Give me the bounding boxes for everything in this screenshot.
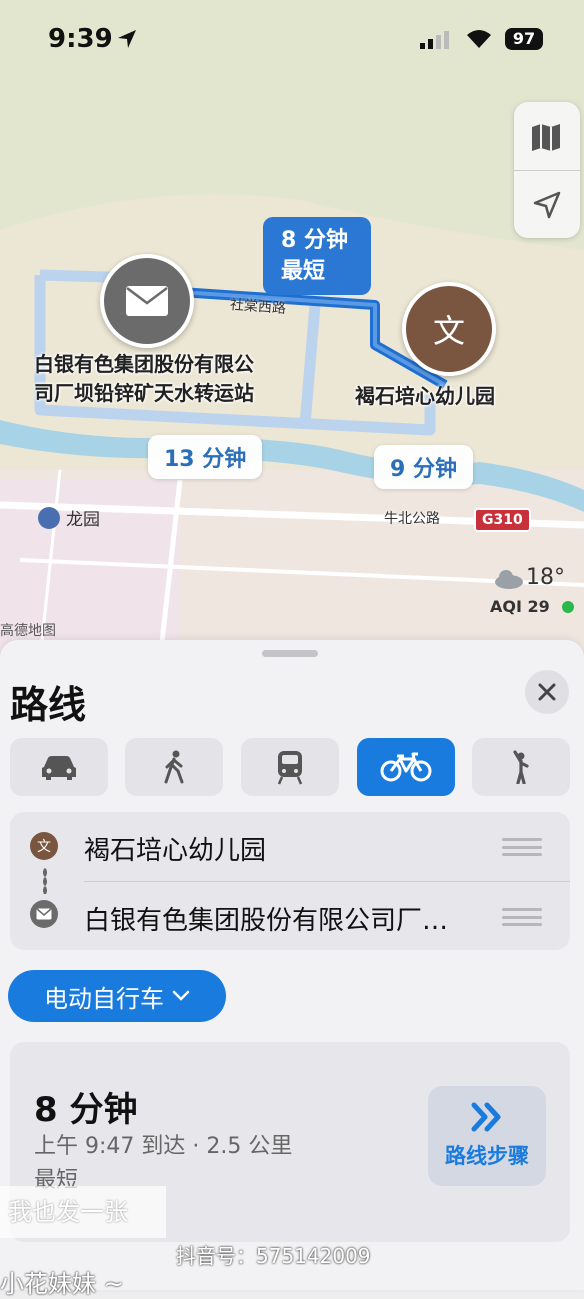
chevron-down-icon <box>172 990 190 1001</box>
aqi-label: AQI 29 <box>490 597 550 616</box>
street-label: 牛北公路 <box>384 511 440 527</box>
battery-indicator: 97 <box>505 28 543 50</box>
close-icon <box>538 683 556 701</box>
sheet-title: 路线 <box>10 683 87 727</box>
route-alt1-bubble[interactable]: 13 分钟 <box>148 435 263 479</box>
train-icon <box>277 751 303 785</box>
origin-pin[interactable] <box>100 254 194 348</box>
route-main-bubble[interactable]: 8 分钟 最短 <box>263 217 371 295</box>
ride-share-icon <box>513 750 529 784</box>
mail-icon <box>36 908 52 920</box>
poi-icon <box>38 506 60 529</box>
vehicle-type-label: 电动自行车 <box>44 984 164 1013</box>
route-arrival: 上午 9:47 到达 · 2.5 公里 <box>34 1134 293 1159</box>
weather-temp: 18° <box>526 565 565 590</box>
route-alt2-bubble[interactable]: 9 分钟 <box>374 445 473 489</box>
mode-bike-button[interactable] <box>357 738 455 796</box>
sheet-grabber[interactable] <box>262 650 318 657</box>
weather-widget: 18° AQI 29 <box>490 565 578 621</box>
mode-car-button[interactable] <box>10 738 108 796</box>
destination-pin[interactable]: 文 <box>402 282 496 376</box>
map-credit: 高德地图 <box>0 623 56 639</box>
origin-label: 白银有色集团股份有限公 司厂坝铅锌矿天水转运站 <box>6 350 282 408</box>
mode-rideshare-button[interactable] <box>472 738 570 796</box>
vehicle-type-dropdown[interactable]: 电动自行车 <box>8 970 226 1022</box>
stop-mail-badge <box>30 900 58 928</box>
connector-dots <box>43 868 47 894</box>
stop-end[interactable]: 白银有色集团股份有限公司厂… <box>84 900 448 937</box>
street-label: 社棠西路 <box>229 297 287 317</box>
location-arrow-icon[interactable] <box>532 190 562 224</box>
route-stops: 文 褐石培心幼儿园 白银有色集团股份有限公司厂… <box>10 812 570 950</box>
route-main-time: 8 分钟 <box>281 228 348 253</box>
double-chevron-right-icon <box>471 1102 501 1132</box>
poi-label: 龙园 <box>66 510 100 530</box>
status-bar: 9:39 97 <box>0 0 584 80</box>
route-steps-button[interactable]: 路线步骤 <box>428 1086 546 1186</box>
walk-icon <box>164 750 184 784</box>
poi-park[interactable]: 龙园 <box>38 505 100 530</box>
map-controls <box>514 102 580 238</box>
reorder-handle-icon[interactable] <box>502 908 542 926</box>
route-steps-label: 路线步骤 <box>445 1144 529 1168</box>
stop-start[interactable]: 褐石培心幼儿园 <box>84 830 266 867</box>
mail-icon <box>126 286 168 316</box>
mode-transit-button[interactable] <box>241 738 339 796</box>
reorder-handle-icon[interactable] <box>502 838 542 856</box>
cloud-icon <box>495 570 523 589</box>
route-main-tag: 最短 <box>281 259 326 284</box>
status-time: 9:39 <box>48 24 113 54</box>
wifi-icon <box>467 30 491 48</box>
destination-label: 褐石培心幼儿园 <box>355 384 495 408</box>
douyin-id-watermark: 抖音号：575142009 <box>176 1244 371 1268</box>
cellular-signal-icon <box>420 31 449 49</box>
origin-label-line2: 司厂坝铅锌矿天水转运站 <box>34 381 254 405</box>
car-icon <box>42 756 76 780</box>
school-icon: 文 <box>30 832 58 860</box>
map-view[interactable]: 8 分钟 最短 13 分钟 9 分钟 白银有色集团股份有限公 司厂坝铅锌矿天水转… <box>0 0 584 660</box>
mode-walk-button[interactable] <box>125 738 223 796</box>
map-canvas <box>0 0 584 660</box>
divider <box>84 881 570 882</box>
highway-badge: G310 <box>474 508 531 532</box>
close-button[interactable] <box>525 670 569 714</box>
school-icon: 文 <box>432 312 465 350</box>
overlay-comment: 我也发一张 <box>0 1186 166 1238</box>
aqi-dot <box>562 601 574 613</box>
location-services-icon <box>118 30 136 48</box>
route-duration: 8 分钟 <box>34 1090 138 1130</box>
overlay-username: 小花妹妹 ~ <box>0 1270 124 1298</box>
map-mode-icon[interactable] <box>530 122 562 156</box>
origin-label-line1: 白银有色集团股份有限公 <box>34 352 254 376</box>
bike-icon <box>380 752 432 782</box>
